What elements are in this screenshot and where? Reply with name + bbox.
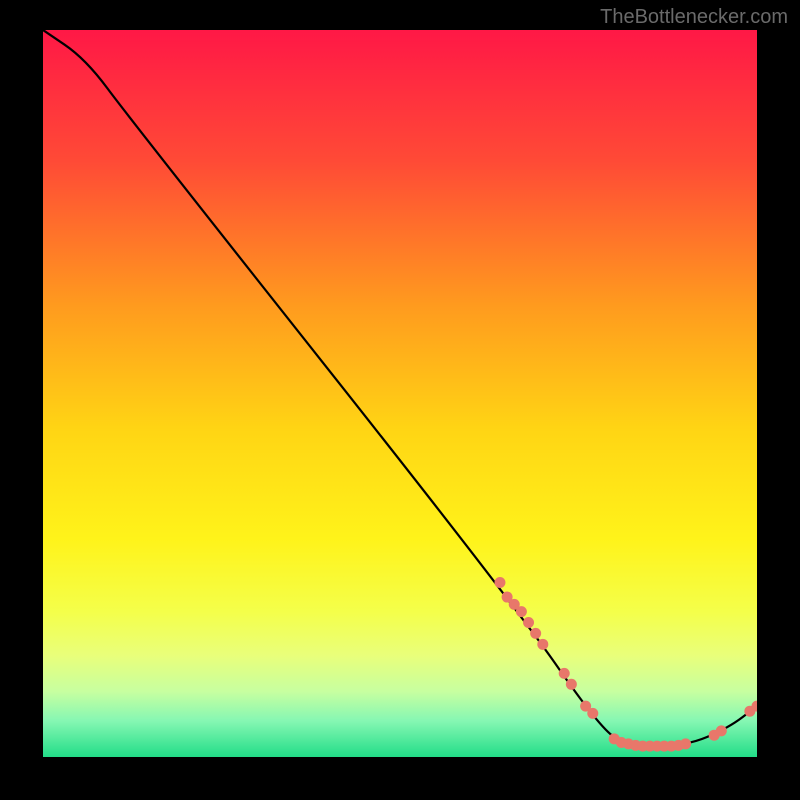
- data-point: [566, 679, 577, 690]
- chart-svg: [43, 30, 757, 757]
- data-point: [587, 708, 598, 719]
- chart-plot-area: [43, 30, 757, 757]
- data-point: [530, 628, 541, 639]
- data-point: [523, 617, 534, 628]
- data-point: [537, 639, 548, 650]
- data-point: [516, 606, 527, 617]
- data-point: [559, 668, 570, 679]
- data-point: [680, 738, 691, 749]
- data-point: [716, 725, 727, 736]
- chart-background: [43, 30, 757, 757]
- data-point: [494, 577, 505, 588]
- watermark-text: TheBottlenecker.com: [600, 6, 788, 29]
